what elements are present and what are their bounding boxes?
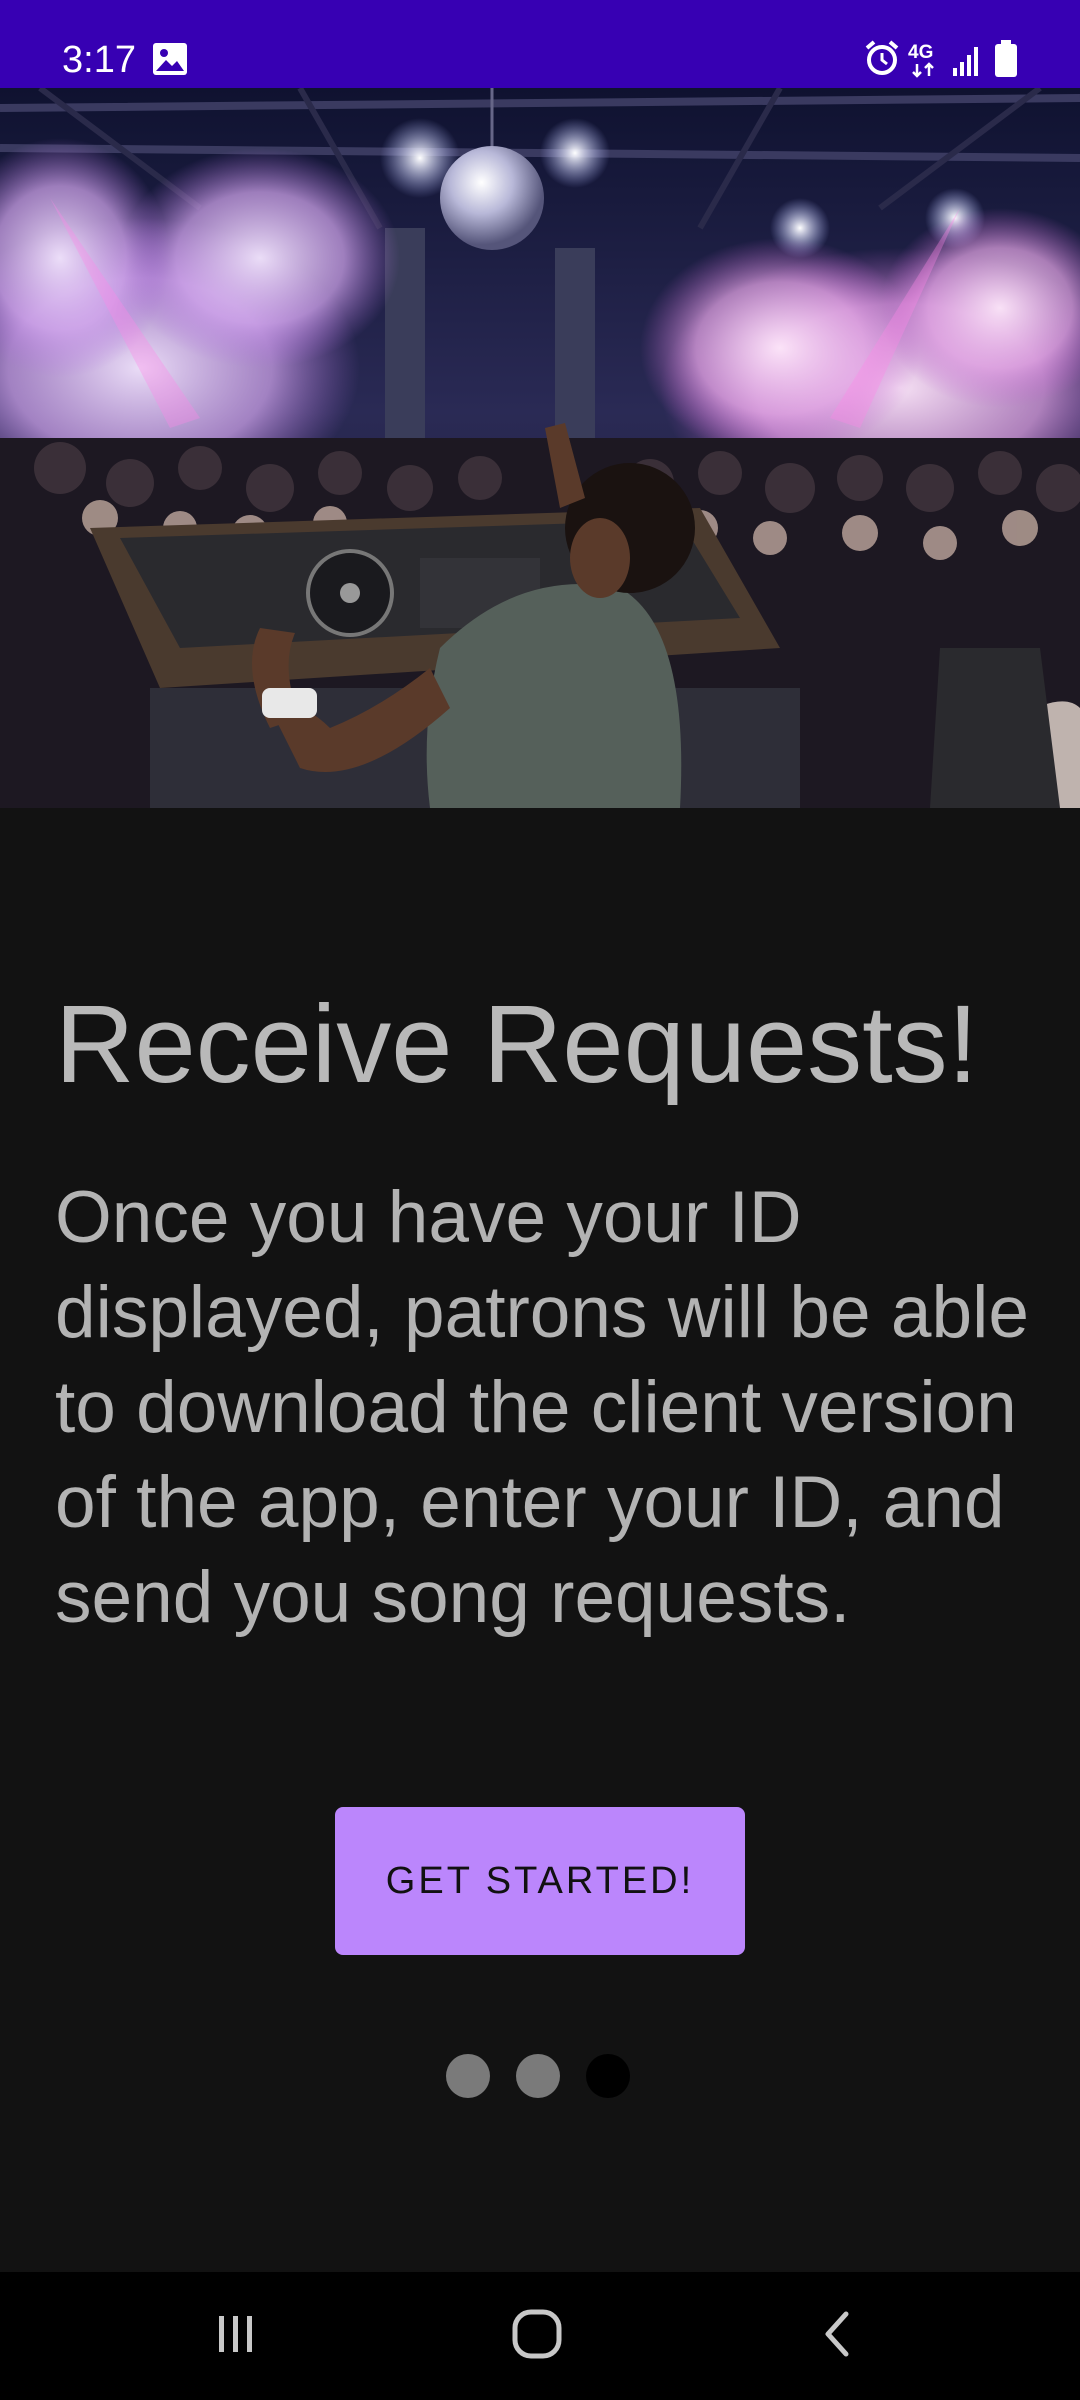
network-label: 4G [908, 42, 933, 63]
dj-club-photo [0, 88, 1080, 808]
onboarding-title: Receive Requests! [55, 983, 979, 1106]
onboarding-screen: 3:17 4G Receive Requests! Once you have … [0, 0, 1080, 2400]
battery-icon [994, 40, 1018, 84]
page-dot-2[interactable] [516, 2054, 560, 2098]
status-bar: 3:17 4G [0, 0, 1080, 88]
navigation-bar [0, 2272, 1080, 2400]
back-button[interactable] [738, 2272, 938, 2400]
gallery-icon [152, 42, 188, 86]
hero-image [0, 88, 1080, 808]
onboarding-description: Once you have your ID displayed, patrons… [55, 1177, 1029, 1638]
get-started-button[interactable]: GET STARTED! [335, 1807, 745, 1955]
home-button[interactable] [437, 2272, 637, 2400]
page-dot-3[interactable] [586, 2054, 630, 2098]
home-icon [511, 2308, 563, 2365]
page-indicator [446, 2054, 630, 2098]
network-4g-icon: 4G [908, 40, 948, 84]
page-dot-1[interactable] [446, 2054, 490, 2098]
recents-icon [213, 2312, 257, 2361]
signal-icon [952, 42, 982, 86]
status-time: 3:17 [62, 39, 136, 81]
alarm-icon [864, 40, 900, 84]
recents-button[interactable] [135, 2272, 335, 2400]
back-icon [818, 2308, 858, 2365]
